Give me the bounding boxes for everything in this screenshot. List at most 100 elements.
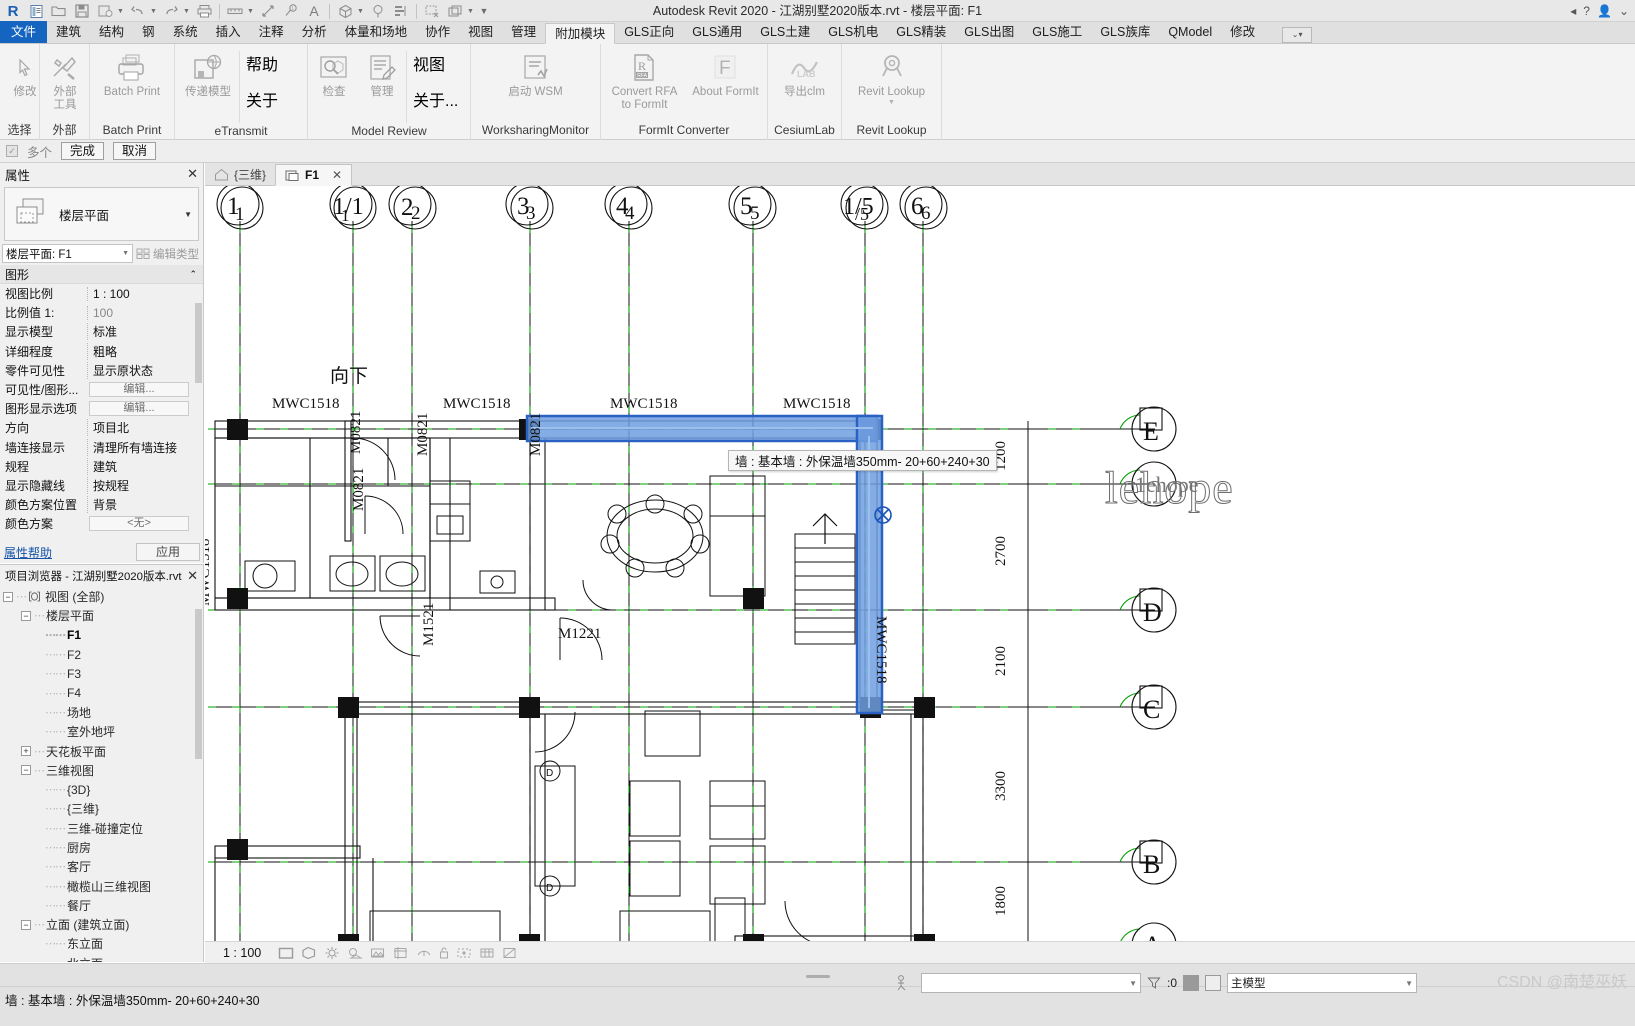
property-edit-button[interactable]: 编辑... (89, 382, 189, 398)
finish-button[interactable]: 完成 (61, 142, 105, 160)
text-icon[interactable]: A (303, 1, 325, 21)
open-icon[interactable] (48, 1, 70, 21)
save-as-chevron-icon[interactable]: ▼ (117, 8, 126, 15)
sun-path-icon[interactable] (324, 946, 340, 960)
tab-massing-site[interactable]: 体量和场地 (336, 22, 417, 43)
properties-help-link[interactable]: 属性帮助 (4, 544, 52, 561)
model-check-button[interactable]: 检查 (310, 48, 358, 99)
undo-icon[interactable] (127, 1, 149, 21)
view-tab-3d[interactable]: {三维} (205, 163, 275, 185)
new-project-icon[interactable] (25, 1, 47, 21)
press-drag-icon[interactable] (895, 974, 915, 992)
crop-view-icon[interactable] (393, 946, 409, 960)
switch-windows-icon[interactable] (444, 1, 466, 21)
property-value[interactable]: 项目北 (87, 419, 203, 437)
tab-insert[interactable]: 插入 (207, 22, 250, 43)
etransmit-help-label[interactable]: 帮助 (246, 51, 278, 75)
panel-title-wsm[interactable]: WorksharingMonitor (471, 122, 600, 140)
tree-node-f1[interactable]: ⋯⋯ F1 (0, 626, 196, 645)
temporary-hide-isolate-icon[interactable] (456, 946, 472, 960)
print-icon[interactable] (193, 1, 215, 21)
property-edit-button[interactable]: 编辑... (89, 401, 189, 417)
tab-gls-general[interactable]: GLS通用 (683, 22, 751, 43)
tab-manage[interactable]: 管理 (502, 22, 545, 43)
revit-logo-icon[interactable]: R (2, 1, 24, 21)
properties-scrollbar[interactable] (195, 303, 202, 383)
aligned-dimension-icon[interactable] (257, 1, 279, 21)
convert-rfa-to-formit-button[interactable]: R RFA Convert RFA to FormIt (603, 48, 686, 112)
tree-node-kitchen[interactable]: ⋯⋯ 厨房 (0, 838, 196, 857)
edit-type-button[interactable]: 编辑类型 (136, 246, 199, 262)
expander-icon[interactable]: + (21, 746, 31, 757)
tab-gls-family-lib[interactable]: GLS族库 (1091, 22, 1159, 43)
tab-modify[interactable]: 修改 (1221, 22, 1264, 43)
help-icon[interactable]: ? (1583, 4, 1590, 18)
tab-gls-civil[interactable]: GLS土建 (751, 22, 819, 43)
tree-node-east-elevation[interactable]: ⋯⋯ 东立面 (0, 934, 196, 953)
shadows-icon[interactable] (347, 946, 364, 960)
expander-icon[interactable]: − (3, 591, 13, 602)
view-tab-close-icon[interactable]: ✕ (332, 168, 342, 182)
tree-node-ganlanshan[interactable]: ⋯⋯ 橄榄山三维视图 (0, 876, 196, 895)
panel-title-etransmit[interactable]: eTransmit (175, 123, 307, 140)
tab-view[interactable]: 视图 (459, 22, 502, 43)
render-icon[interactable] (370, 946, 386, 960)
transmit-model-button[interactable]: 传递模型 (177, 48, 239, 99)
property-value[interactable]: 1 : 100 (87, 286, 203, 301)
undo-chevron-icon[interactable]: ▼ (150, 8, 159, 15)
save-icon[interactable] (71, 1, 93, 21)
drawing-canvas[interactable]: 1 1 1/1 1 2 2 3 3 4 4 5 5 1/5 /5 6 6 E 1… (205, 186, 1635, 946)
show-crop-icon[interactable] (416, 946, 432, 960)
app-menu-icon[interactable]: ⌄ (1619, 4, 1629, 18)
account-icon[interactable]: 👤 (1597, 4, 1612, 18)
property-value[interactable]: 建筑 (87, 457, 203, 475)
tree-node-ceiling-plans[interactable]: + ⋯ 天花板平面 (0, 741, 196, 760)
tree-node-site[interactable]: ⋯⋯ 场地 (0, 703, 196, 722)
tab-gls-construction[interactable]: GLS施工 (1023, 22, 1091, 43)
tree-node-f2[interactable]: ⋯⋯ F2 (0, 645, 196, 664)
panel-title-model-review[interactable]: Model Review (308, 123, 470, 140)
visual-style-icon[interactable] (301, 946, 317, 960)
model-manage-button[interactable]: 管理 (358, 48, 406, 99)
tab-steel[interactable]: 钢 (133, 22, 164, 43)
panel-title-formit[interactable]: FormIt Converter (601, 122, 767, 140)
tab-annotate[interactable]: 注释 (250, 22, 293, 43)
expander-icon[interactable]: − (21, 919, 31, 930)
tree-node-outdoor-ground[interactable]: ⋯⋯ 室外地坪 (0, 722, 196, 741)
minimize-arrow-icon[interactable]: ◂ (1570, 4, 1576, 18)
analytical-model-icon[interactable] (502, 946, 518, 960)
tree-node-f3[interactable]: ⋯⋯ F3 (0, 664, 196, 683)
design-options-icon[interactable] (1205, 975, 1222, 991)
element-filter-dropdown[interactable]: ▼ (921, 973, 1141, 993)
worksets-icon[interactable] (1183, 975, 1200, 991)
about-formit-button[interactable]: F About FormIt (686, 48, 765, 99)
tree-node-sanwei[interactable]: ⋯⋯ {三维} (0, 799, 196, 818)
tab-analyze[interactable]: 分析 (293, 22, 336, 43)
section-icon[interactable] (367, 1, 389, 21)
redo-icon[interactable] (160, 1, 182, 21)
tree-node-dining[interactable]: ⋯⋯ 餐厅 (0, 896, 196, 915)
save-as-icon[interactable] (94, 1, 116, 21)
drag-handle[interactable] (805, 975, 830, 978)
tree-node-3d[interactable]: ⋯⋯ {3D} (0, 780, 196, 799)
project-browser-close-icon[interactable]: ✕ (187, 568, 198, 584)
property-value[interactable]: <无> (89, 516, 189, 532)
tab-addins[interactable]: 附加模块 (545, 23, 616, 44)
tree-node-elevations[interactable]: − ⋯ 立面 (建筑立面) (0, 915, 196, 934)
view-chevron-icon[interactable]: ▼ (357, 8, 366, 15)
etransmit-about-label[interactable]: 关于 (246, 87, 278, 111)
tree-node-3d-views[interactable]: − ⋯ 三维视图 (0, 761, 196, 780)
cancel-button[interactable]: 取消 (113, 142, 157, 160)
property-value[interactable]: 显示原状态 (87, 361, 203, 379)
tag-icon[interactable]: 1 (280, 1, 302, 21)
external-tools-button[interactable]: 外部 工具 (42, 48, 88, 112)
model-review-about-label[interactable]: 关于... (413, 87, 458, 111)
tree-node-f4[interactable]: ⋯⋯ F4 (0, 683, 196, 702)
panel-title-batch-print[interactable]: Batch Print (90, 122, 174, 140)
tab-structure[interactable]: 结构 (90, 22, 133, 43)
unlock-3d-view-icon[interactable] (439, 946, 449, 960)
tree-node-collision[interactable]: ⋯⋯ 三维-碰撞定位 (0, 819, 196, 838)
tab-architecture[interactable]: 建筑 (47, 22, 90, 43)
properties-group-graphics[interactable]: 图形 ⌃ (0, 265, 203, 284)
view-tab-f1[interactable]: F1 ✕ (275, 164, 353, 186)
